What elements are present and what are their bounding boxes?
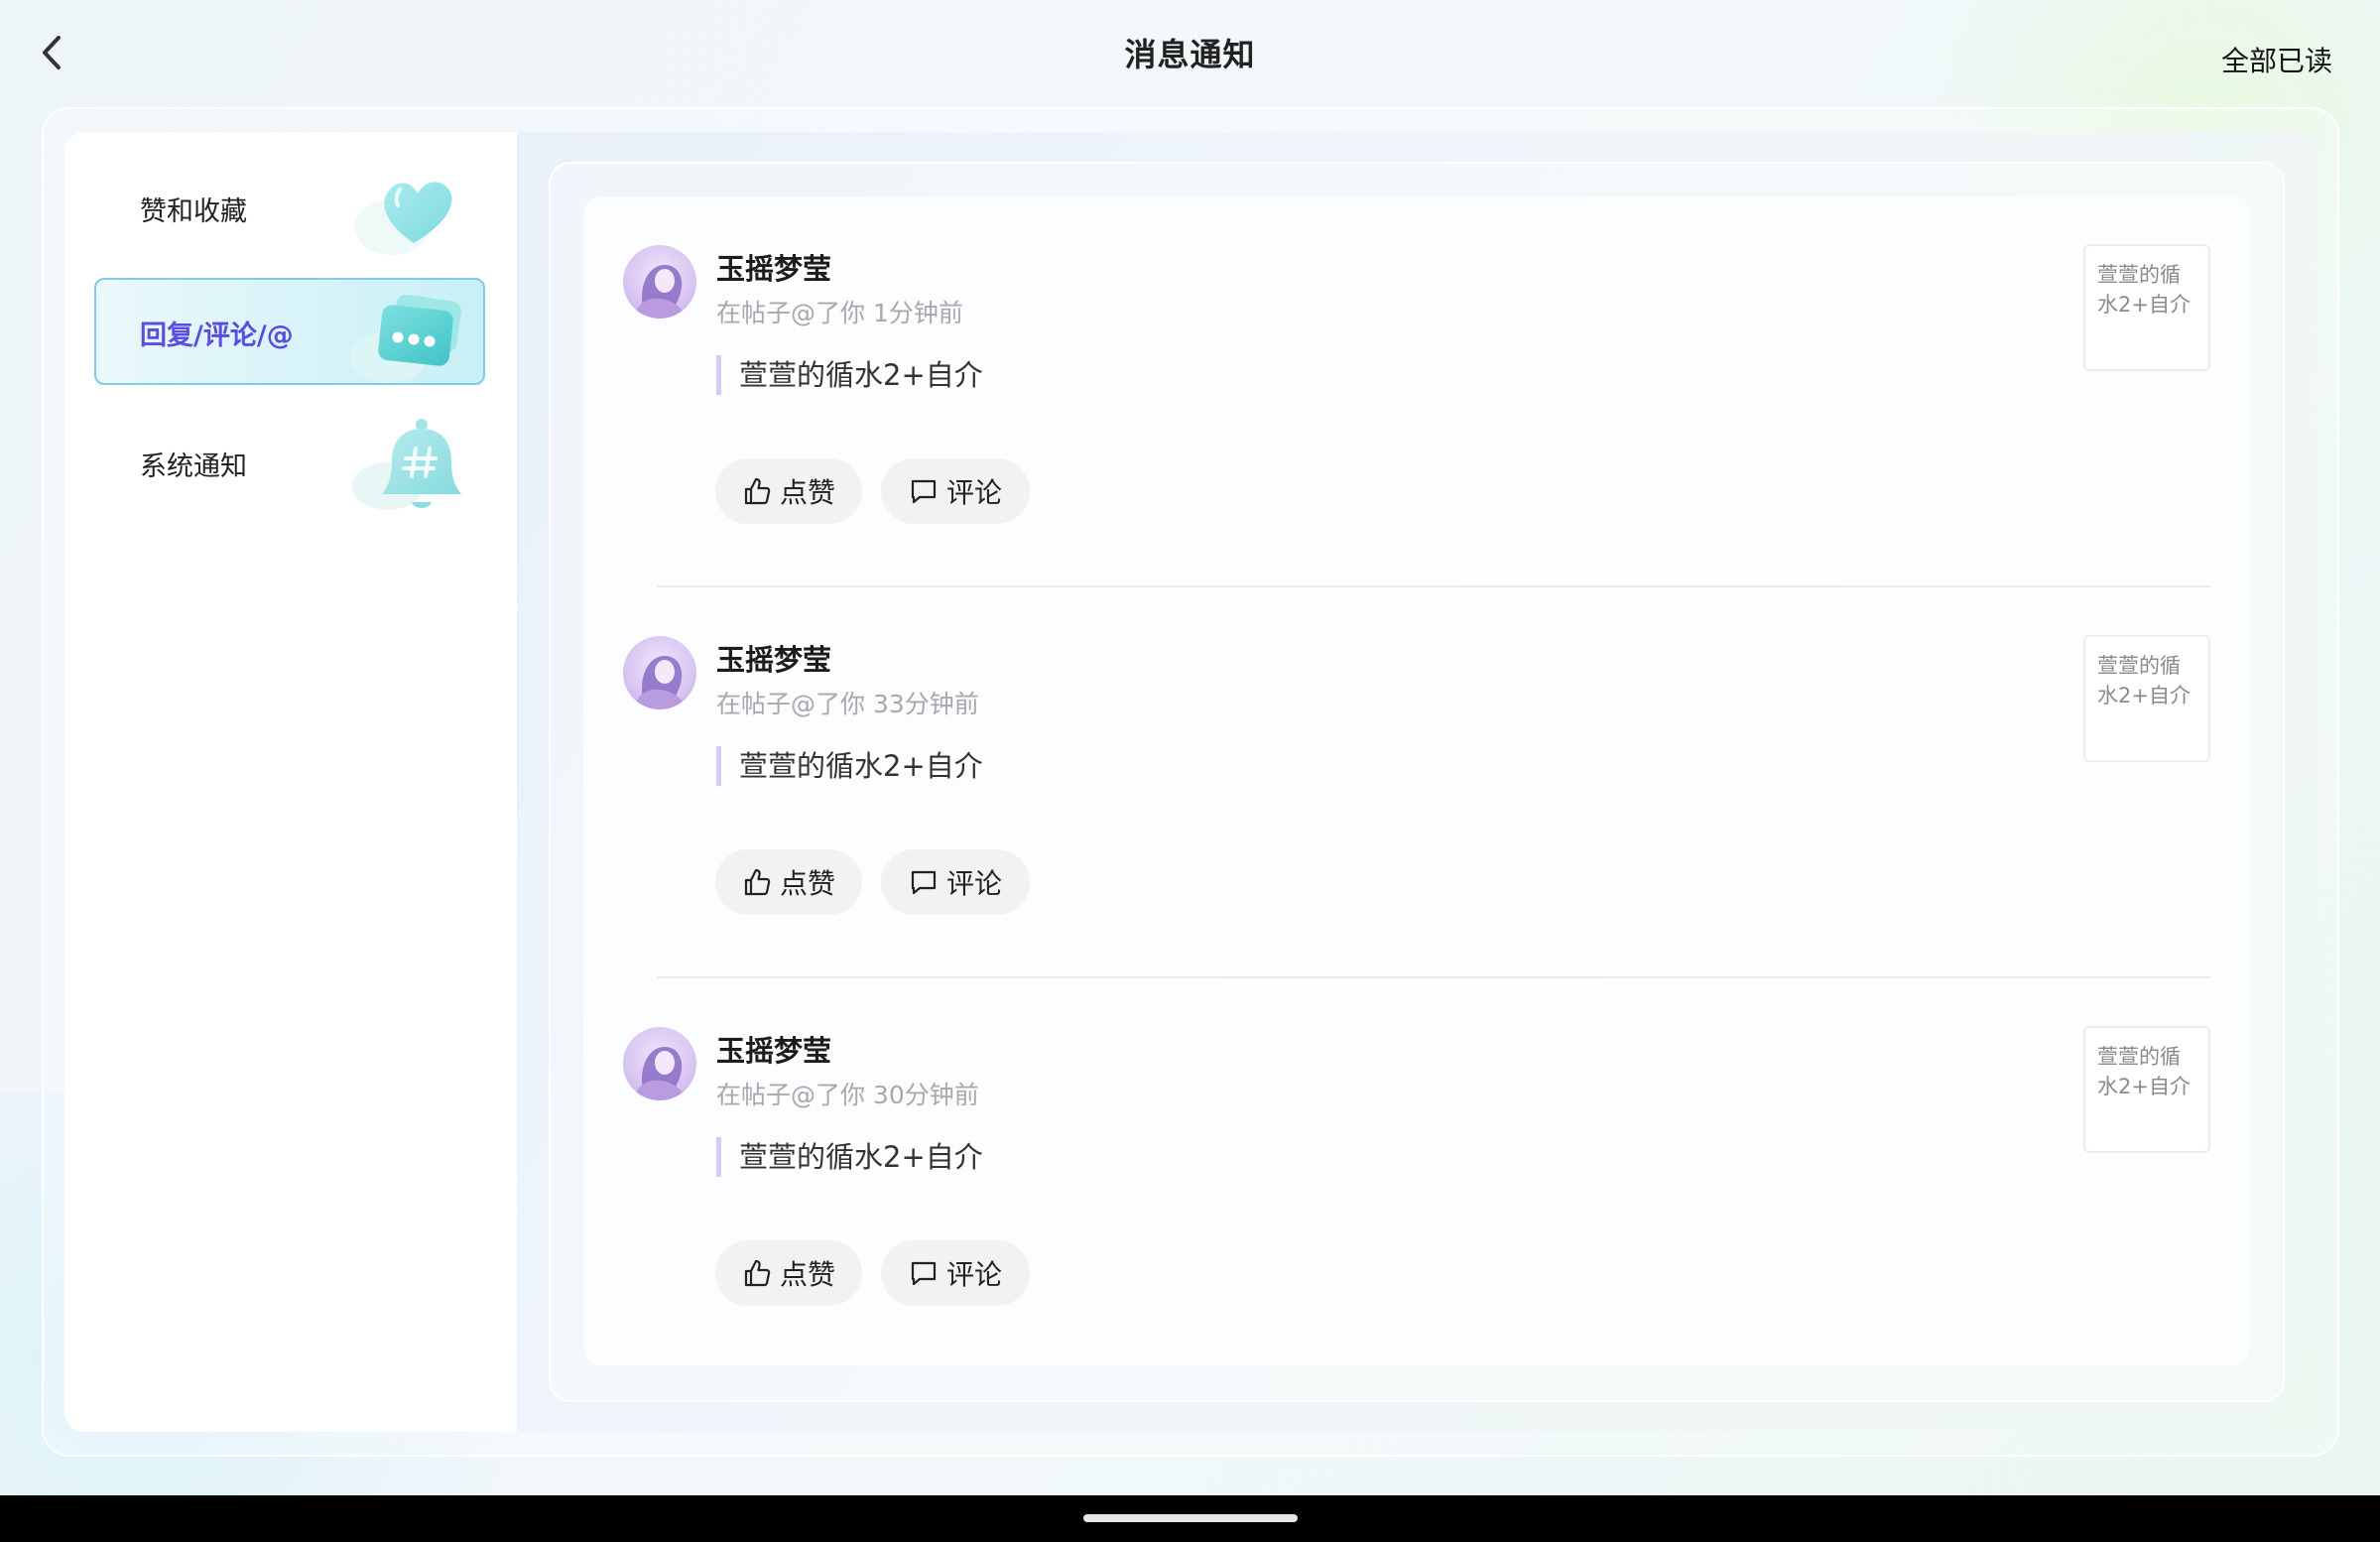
- username[interactable]: 玉摇梦莹: [716, 637, 831, 679]
- sidebar-item-label: 回复/评论/@: [140, 321, 294, 351]
- home-indicator[interactable]: [1083, 1514, 1298, 1522]
- avatar-image: [633, 1047, 687, 1100]
- sidebar-item-label: 赞和收藏: [140, 196, 247, 227]
- avatar-image: [633, 656, 687, 709]
- notification-meta: 在帖子@了你 33分钟前: [716, 690, 979, 718]
- chat-bubbles-icon: [350, 294, 462, 383]
- sidebar-item-likes[interactable]: 赞和收藏: [94, 154, 485, 261]
- comment-label: 评论: [945, 1258, 1002, 1291]
- comment-button[interactable]: 评论: [881, 1240, 1030, 1306]
- sidebar: 赞和收藏 回复/评论/@ 系统通知: [64, 132, 517, 1432]
- quoted-post-title: 萱萱的循水2+自介: [716, 1137, 983, 1177]
- notification-item[interactable]: 玉摇梦莹 在帖子@了你 33分钟前 萱萱的循水2+自介 点赞 评论 萱萱的循水2…: [583, 587, 2250, 978]
- like-label: 点赞: [779, 1258, 835, 1291]
- comment-label: 评论: [945, 867, 1002, 900]
- like-button[interactable]: 点赞: [715, 849, 862, 915]
- comment-button[interactable]: 评论: [881, 849, 1030, 915]
- post-thumbnail[interactable]: 萱萱的循水2+自介: [2083, 244, 2210, 371]
- notification-list: 玉摇梦莹 在帖子@了你 1分钟前 萱萱的循水2+自介 点赞 评论 萱萱的循水2+…: [583, 196, 2250, 1365]
- notification-item[interactable]: 玉摇梦莹 在帖子@了你 1分钟前 萱萱的循水2+自介 点赞 评论 萱萱的循水2+…: [583, 196, 2250, 587]
- thumbs-up-icon: [744, 868, 771, 896]
- mark-all-read-button[interactable]: 全部已读: [2221, 40, 2332, 79]
- avatar-image: [633, 265, 687, 319]
- like-button[interactable]: 点赞: [715, 458, 862, 524]
- sidebar-item-replies[interactable]: 回复/评论/@: [94, 278, 485, 385]
- thumbs-up-icon: [744, 477, 771, 505]
- notification-item[interactable]: 玉摇梦莹 在帖子@了你 30分钟前 萱萱的循水2+自介 点赞 评论 萱萱的循水2…: [583, 978, 2250, 1369]
- thumbs-up-icon: [744, 1259, 771, 1287]
- page-title: 消息通知: [1124, 36, 1256, 73]
- like-label: 点赞: [779, 867, 835, 900]
- comment-bubble-icon: [911, 1261, 937, 1286]
- notification-meta: 在帖子@了你 30分钟前: [716, 1081, 979, 1109]
- comment-bubble-icon: [911, 870, 937, 895]
- username[interactable]: 玉摇梦莹: [716, 246, 831, 288]
- heart-icon: [354, 182, 452, 255]
- like-label: 点赞: [779, 476, 835, 509]
- bell-hash-icon: [352, 419, 461, 510]
- avatar[interactable]: [623, 636, 696, 709]
- post-thumbnail[interactable]: 萱萱的循水2+自介: [2083, 635, 2210, 762]
- quoted-post-title: 萱萱的循水2+自介: [716, 355, 983, 395]
- quoted-post-title: 萱萱的循水2+自介: [716, 746, 983, 786]
- avatar[interactable]: [623, 245, 696, 319]
- notification-meta: 在帖子@了你 1分钟前: [716, 299, 963, 327]
- sidebar-item-label: 系统通知: [140, 451, 247, 482]
- comment-bubble-icon: [911, 479, 937, 504]
- post-thumbnail[interactable]: 萱萱的循水2+自介: [2083, 1026, 2210, 1153]
- system-navigation-bar: [0, 1495, 2380, 1542]
- sidebar-item-system[interactable]: 系统通知: [94, 409, 485, 516]
- like-button[interactable]: 点赞: [715, 1240, 862, 1306]
- username[interactable]: 玉摇梦莹: [716, 1028, 831, 1070]
- avatar[interactable]: [623, 1027, 696, 1100]
- comment-label: 评论: [945, 476, 1002, 509]
- comment-button[interactable]: 评论: [881, 458, 1030, 524]
